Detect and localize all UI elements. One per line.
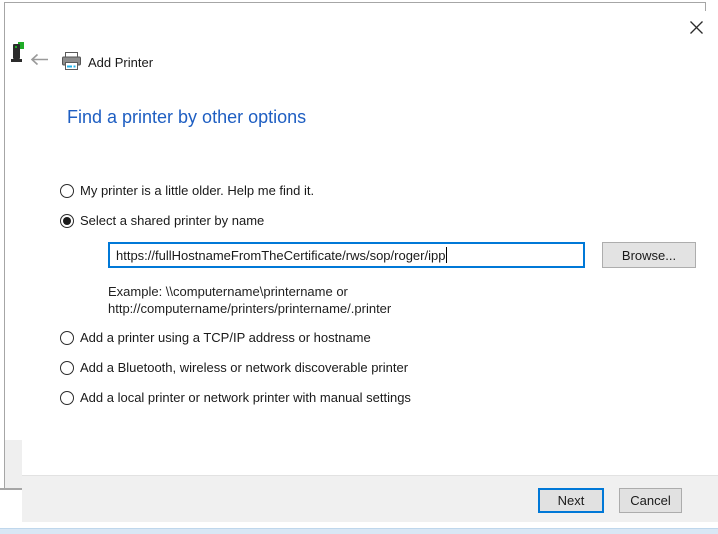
close-button[interactable] xyxy=(685,18,707,40)
desktop-edge-strip xyxy=(0,528,718,534)
radio-icon[interactable] xyxy=(60,184,74,198)
footer-bar: Next Cancel xyxy=(22,475,718,522)
page-title: Add Printer xyxy=(88,55,153,70)
example-line-1: Example: \\computername\printername or xyxy=(108,283,391,300)
cancel-button[interactable]: Cancel xyxy=(619,488,682,513)
radio-option-tcpip[interactable]: Add a printer using a TCP/IP address or … xyxy=(60,330,371,345)
page-heading: Find a printer by other options xyxy=(67,107,306,128)
back-arrow-icon xyxy=(30,53,49,69)
radio-option-bluetooth-wireless[interactable]: Add a Bluetooth, wireless or network dis… xyxy=(60,360,408,375)
radio-icon[interactable] xyxy=(60,214,74,228)
radio-label: Select a shared printer by name xyxy=(80,213,264,228)
window-border-right xyxy=(705,2,706,11)
radio-label: Add a local printer or network printer w… xyxy=(80,390,411,405)
close-icon xyxy=(689,20,704,38)
example-line-2: http://computername/printers/printername… xyxy=(108,300,391,317)
text-caret xyxy=(446,247,447,263)
next-button[interactable]: Next xyxy=(538,488,604,513)
shared-printer-name-input[interactable]: https://fullHostnameFromTheCertificate/r… xyxy=(108,242,585,268)
device-status-icon xyxy=(10,42,25,70)
window-border-top xyxy=(4,2,706,3)
radio-option-shared-printer[interactable]: Select a shared printer by name xyxy=(60,213,264,228)
example-hint: Example: \\computername\printername or h… xyxy=(108,283,391,317)
radio-option-local-manual[interactable]: Add a local printer or network printer w… xyxy=(60,390,411,405)
radio-icon[interactable] xyxy=(60,331,74,345)
radio-label: Add a printer using a TCP/IP address or … xyxy=(80,330,371,345)
radio-icon[interactable] xyxy=(60,361,74,375)
radio-option-older-printer[interactable]: My printer is a little older. Help me fi… xyxy=(60,183,314,198)
radio-icon[interactable] xyxy=(60,391,74,405)
window-border-bottom xyxy=(0,488,23,490)
radio-label: Add a Bluetooth, wireless or network dis… xyxy=(80,360,408,375)
window-border-left xyxy=(4,2,5,490)
shared-printer-name-value: https://fullHostnameFromTheCertificate/r… xyxy=(116,248,445,263)
printer-icon xyxy=(61,51,82,77)
background-window-fragment xyxy=(5,440,22,488)
radio-label: My printer is a little older. Help me fi… xyxy=(80,183,314,198)
browse-button[interactable]: Browse... xyxy=(602,242,696,268)
back-button[interactable] xyxy=(28,53,50,69)
